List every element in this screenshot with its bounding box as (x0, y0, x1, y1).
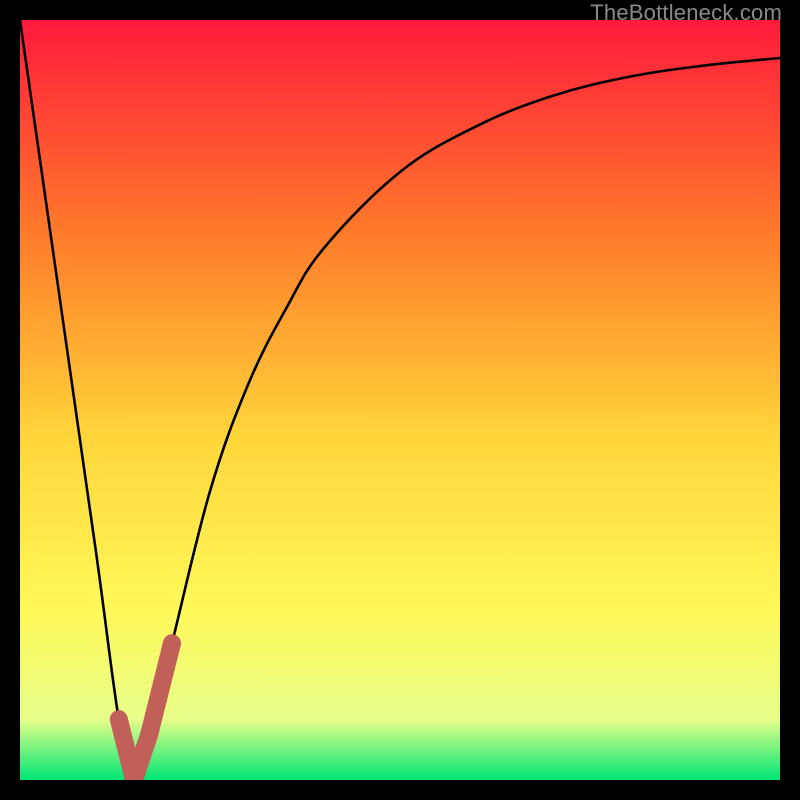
bottleneck-curve (20, 20, 780, 780)
curve-layer (20, 20, 780, 780)
plot-area (20, 20, 780, 780)
chart-frame: TheBottleneck.com (0, 0, 800, 800)
highlight-segment (119, 643, 172, 780)
